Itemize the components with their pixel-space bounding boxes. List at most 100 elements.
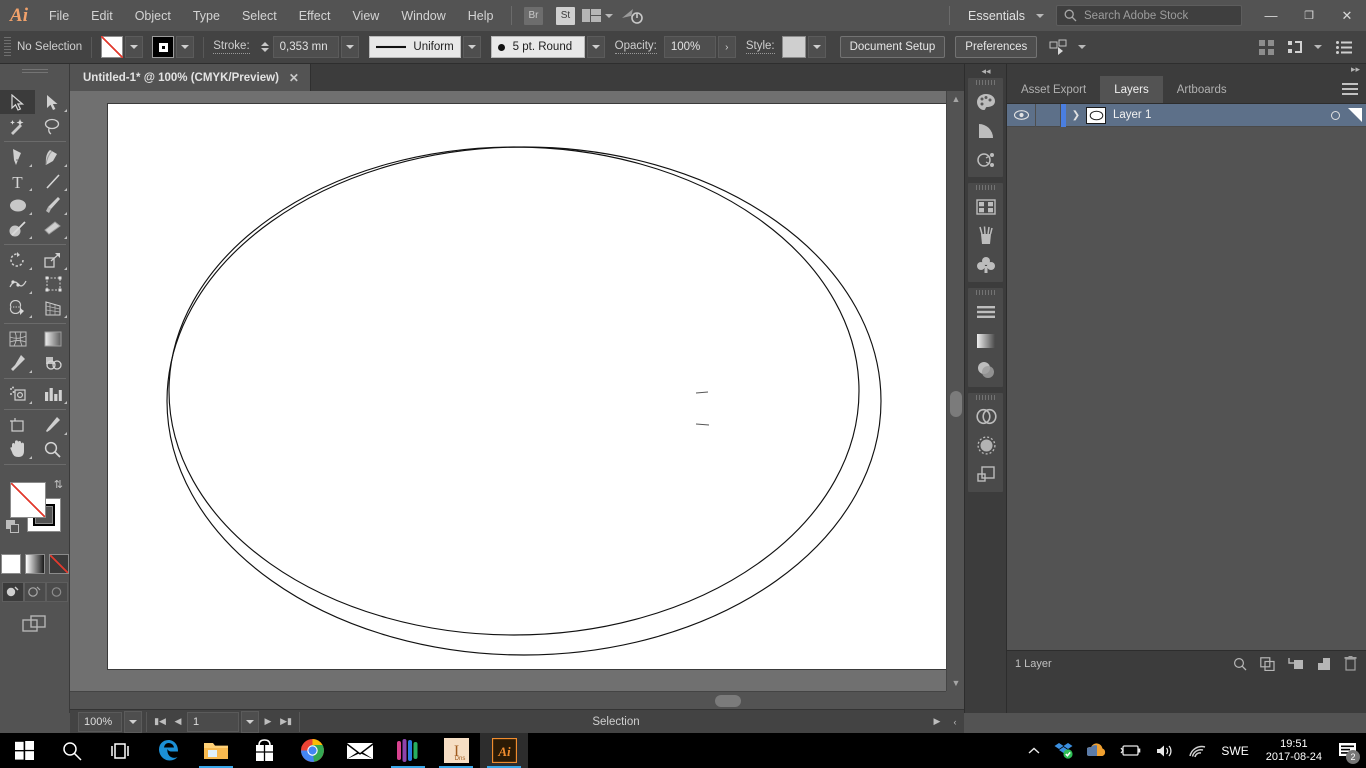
stroke-weight-stepper[interactable] [258,36,272,58]
type-tool[interactable]: T [0,169,35,193]
scroll-down-icon[interactable]: ▼ [947,675,965,691]
lasso-tool[interactable] [35,114,70,138]
swatches-panel-icon[interactable] [968,192,1004,221]
volume-icon[interactable] [1149,744,1181,758]
color-mode-button[interactable] [0,554,21,574]
change-screen-mode-button[interactable] [0,614,69,634]
magic-wand-tool[interactable] [0,114,35,138]
paintbrush-tool[interactable] [35,193,70,217]
status-collapse-button[interactable]: ‹ [946,712,964,732]
layer-visibility-toggle[interactable] [1007,110,1035,120]
shape-builder-tool[interactable] [0,296,35,320]
dropbox-icon[interactable] [1047,742,1080,759]
previous-artboard-button[interactable]: ◀ [169,712,187,732]
color-panel-icon[interactable] [968,87,1004,116]
tab-asset-export[interactable]: Asset Export [1007,76,1100,103]
layer-lock-toggle[interactable] [1035,103,1061,127]
layer-row[interactable]: ❯ Layer 1 [1007,103,1366,127]
symbol-sprayer-tool[interactable] [0,382,35,406]
notification-center-button[interactable]: 2 [1332,733,1362,768]
menu-select[interactable]: Select [231,0,288,31]
create-new-layer-icon[interactable] [1317,657,1331,671]
align-options[interactable] [1288,40,1322,55]
none-mode-button[interactable] [48,554,69,574]
opacity-options-arrow[interactable]: › [717,36,736,58]
vertical-scroll-thumb[interactable] [950,391,962,417]
start-button[interactable] [0,733,48,768]
tools-panel-grip[interactable] [0,64,70,78]
brush-dropdown[interactable] [586,36,605,58]
bridge-icon[interactable]: Br [521,6,547,26]
canvas-vertical-scrollbar[interactable]: ▲ ▼ [946,91,964,691]
restore-button[interactable]: ❐ [1290,0,1328,31]
wifi-icon[interactable] [1181,744,1214,758]
select-similar-options[interactable] [1049,39,1087,56]
arrange-documents-icon[interactable] [581,6,614,26]
brushes-panel-icon[interactable] [968,221,1004,250]
control-bar-grip[interactable] [4,36,11,58]
draw-normal-button[interactable] [1,582,24,602]
menu-type[interactable]: Type [182,0,231,31]
layers-panel-body[interactable]: ❯ Layer 1 1 Layer [1007,103,1366,676]
align-panel-icon[interactable] [968,297,1004,326]
menu-file[interactable]: File [38,0,80,31]
battery-icon[interactable] [1113,744,1149,757]
zoom-level-field[interactable]: 100% [78,711,122,732]
curvature-tool[interactable] [35,145,70,169]
more-options-icon[interactable] [1336,40,1352,54]
scale-tool[interactable] [35,248,70,272]
tab-artboards[interactable]: Artboards [1163,76,1241,103]
canvas-horizontal-scrollbar[interactable] [70,691,946,709]
delete-selection-icon[interactable] [1344,656,1357,671]
artboard-number-field[interactable]: 1 [187,711,239,732]
task-view-button[interactable] [96,733,144,768]
artboard-tool[interactable] [0,413,35,437]
style-dropdown[interactable] [807,36,826,58]
image-trace-icon[interactable] [968,431,1004,460]
show-hidden-icons-button[interactable] [1021,747,1047,755]
zoom-tool[interactable] [35,437,70,461]
slice-tool[interactable] [35,413,70,437]
transparency-panel-icon[interactable] [968,355,1004,384]
gradient-tool[interactable] [35,327,70,351]
close-button[interactable]: ✕ [1328,0,1366,31]
search-button[interactable] [48,733,96,768]
tab-layers[interactable]: Layers [1100,76,1163,103]
illustrator-button[interactable]: Ai [480,733,528,768]
canvas-area[interactable] [70,91,950,691]
next-artboard-button[interactable]: ▶ [259,712,277,732]
menu-effect[interactable]: Effect [288,0,342,31]
dock-collapse-icon[interactable]: ◂◂ [965,64,1007,78]
rotate-tool[interactable] [0,248,35,272]
stroke-weight-dropdown[interactable] [340,36,359,58]
stroke-weight-field[interactable]: 0,353 mn [272,36,339,58]
free-transform-tool[interactable] [35,272,70,296]
default-fill-stroke-icon[interactable] [6,520,20,534]
first-artboard-button[interactable]: ▮◀ [151,712,169,732]
mesh-tool[interactable] [0,327,35,351]
opacity-field[interactable]: 100% [663,36,716,58]
chrome-button[interactable] [288,733,336,768]
fill-indicator[interactable] [10,482,46,518]
minimize-button[interactable]: — [1252,0,1290,31]
stroke-color-swatch[interactable] [152,36,175,58]
artboards-panel-icon[interactable] [968,460,1004,489]
layer-name[interactable]: Layer 1 [1113,109,1322,121]
fill-dropdown-arrow[interactable] [125,36,144,58]
draw-behind-button[interactable] [23,582,46,602]
graphic-style-swatch[interactable] [781,36,806,58]
dock-group-grip[interactable] [968,288,1003,297]
width-tool[interactable] [0,272,35,296]
stroke-dropdown-arrow[interactable] [176,36,195,58]
direct-selection-tool[interactable] [35,90,70,114]
eraser-tool[interactable] [35,217,70,241]
dock-group-grip[interactable] [968,183,1003,192]
status-menu-button[interactable]: ▶ [928,712,946,732]
locate-object-icon[interactable] [1233,657,1247,671]
artwork-nested-ellipse-ring[interactable] [108,104,948,669]
column-graph-tool[interactable] [35,382,70,406]
panel-menu-icon[interactable] [1342,83,1358,98]
preferences-button[interactable]: Preferences [955,36,1038,58]
swap-fill-stroke-icon[interactable]: ⇅ [54,478,63,491]
perspective-grid-tool[interactable] [35,296,70,320]
